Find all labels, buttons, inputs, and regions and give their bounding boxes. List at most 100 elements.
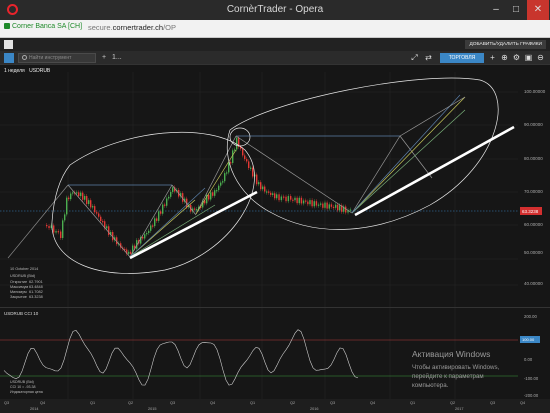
url-prefix: secure. xyxy=(88,23,113,32)
cursor-icon[interactable]: ⤢ xyxy=(410,53,419,63)
watermark-line: Чтобы активировать Windows, xyxy=(412,364,500,371)
candle xyxy=(222,181,224,183)
candle xyxy=(244,155,246,160)
candle xyxy=(78,192,80,197)
crosshair-icon[interactable]: ⇄ xyxy=(424,53,433,63)
candle xyxy=(158,211,160,221)
search-input[interactable]: Найти инструмент xyxy=(18,53,96,63)
url-field[interactable]: secure.cornertrader.ch/OP xyxy=(88,23,176,32)
price-tick: 40.00000 xyxy=(524,281,543,286)
time-quarter-label: Q2 xyxy=(450,401,455,405)
candle xyxy=(84,196,86,200)
candle xyxy=(317,204,320,206)
candle xyxy=(258,182,260,185)
info-label: Максимум xyxy=(10,285,29,289)
candle xyxy=(48,225,50,229)
candle xyxy=(164,204,166,206)
add-instrument-button[interactable]: + xyxy=(102,53,106,63)
candle xyxy=(72,192,74,194)
candle xyxy=(234,149,236,151)
candle xyxy=(274,193,276,199)
candle xyxy=(313,201,315,207)
app-toolbar: ДОБАВИТЬ/УДАЛИТЬ ГРАФИКИ xyxy=(0,38,550,51)
candle xyxy=(68,197,70,200)
time-quarter-label: Q4 xyxy=(40,401,45,405)
browser-window: CornèrTrader - Opera – □ ✕ Corner Banca … xyxy=(0,0,550,413)
candle xyxy=(262,186,264,190)
candle xyxy=(311,200,313,207)
pencil-icon[interactable] xyxy=(4,53,14,63)
time-quarter-label: Q3 xyxy=(4,401,9,405)
candle xyxy=(194,208,196,210)
candle xyxy=(296,197,298,204)
maximize-button[interactable]: □ xyxy=(506,0,526,20)
app-logo-icon[interactable] xyxy=(4,40,13,49)
candle xyxy=(130,251,132,254)
url-path: /OP xyxy=(163,23,176,32)
time-year-label: 2015 xyxy=(148,407,156,411)
candle xyxy=(88,200,90,204)
time-quarter-label: Q3 xyxy=(170,401,175,405)
info-value: 62.7901 xyxy=(29,280,43,284)
candle xyxy=(64,214,66,221)
chart-area[interactable]: 1 неделя USDRUB 100.00000 90.00000 80.00… xyxy=(0,65,550,413)
candle xyxy=(168,196,170,199)
candle xyxy=(264,186,266,192)
site-badge[interactable]: Corner Banca SA [CH] xyxy=(4,23,82,30)
candle xyxy=(172,187,174,192)
url-domain: cornertrader.ch xyxy=(112,23,164,32)
search-icon xyxy=(22,55,27,60)
candle xyxy=(46,225,48,227)
candle xyxy=(285,196,287,202)
candle xyxy=(294,197,296,201)
candle xyxy=(102,221,104,223)
settings-icon[interactable]: ⚙ xyxy=(512,53,521,63)
time-quarter-label: Q2 xyxy=(128,401,133,405)
candle xyxy=(142,236,144,239)
candle xyxy=(256,174,258,185)
candle xyxy=(108,226,110,235)
add-chart-icon[interactable]: + xyxy=(488,53,497,63)
close-button[interactable]: ✕ xyxy=(527,0,549,20)
candle xyxy=(332,206,335,209)
info-label: Минимум xyxy=(10,290,27,294)
candle xyxy=(315,201,318,206)
candle xyxy=(322,203,324,208)
candle xyxy=(302,200,305,204)
price-tick: 60.00000 xyxy=(524,222,543,227)
candle xyxy=(214,190,216,196)
layout-icon[interactable]: ▣ xyxy=(524,53,533,63)
candle xyxy=(320,203,322,205)
info-value: 63.3238 xyxy=(29,295,43,299)
candle xyxy=(128,251,130,254)
zoom-out-icon[interactable]: ⊖ xyxy=(536,53,545,63)
watermark-title: Активация Windows xyxy=(412,349,490,359)
info-value: 61.7082 xyxy=(29,290,43,294)
address-bar[interactable]: Corner Banca SA [CH] secure.cornertrader… xyxy=(0,20,550,38)
add-remove-charts-button[interactable]: ДОБАВИТЬ/УДАЛИТЬ ГРАФИКИ xyxy=(465,40,546,49)
trade-button[interactable]: ТОРГОВЛЯ xyxy=(440,53,484,63)
candle xyxy=(246,159,248,162)
cci-tick: 200.00 xyxy=(524,314,537,319)
candle xyxy=(62,220,64,238)
candle xyxy=(144,234,146,239)
candle xyxy=(55,231,57,233)
candle xyxy=(287,196,290,202)
indicator-legend-line: CCI 10 = -93.38 xyxy=(10,385,35,389)
time-quarter-label: Q1 xyxy=(90,401,95,405)
time-quarter-label: Q1 xyxy=(410,401,415,405)
time-year-label: 2017 xyxy=(455,407,463,411)
zoom-icon[interactable]: ⊕ xyxy=(500,53,509,63)
candle xyxy=(290,196,292,200)
candle xyxy=(326,202,328,209)
info-date: 10 October 2014 xyxy=(10,267,38,271)
candle xyxy=(156,218,158,221)
candle xyxy=(250,167,252,169)
minimize-button[interactable]: – xyxy=(486,0,506,20)
price-tick: 100.00000 xyxy=(524,89,546,94)
timeframe-button[interactable]: 1... xyxy=(112,53,122,63)
candle xyxy=(278,194,280,201)
candle xyxy=(260,182,262,190)
candle xyxy=(100,216,102,222)
candle xyxy=(220,182,222,186)
